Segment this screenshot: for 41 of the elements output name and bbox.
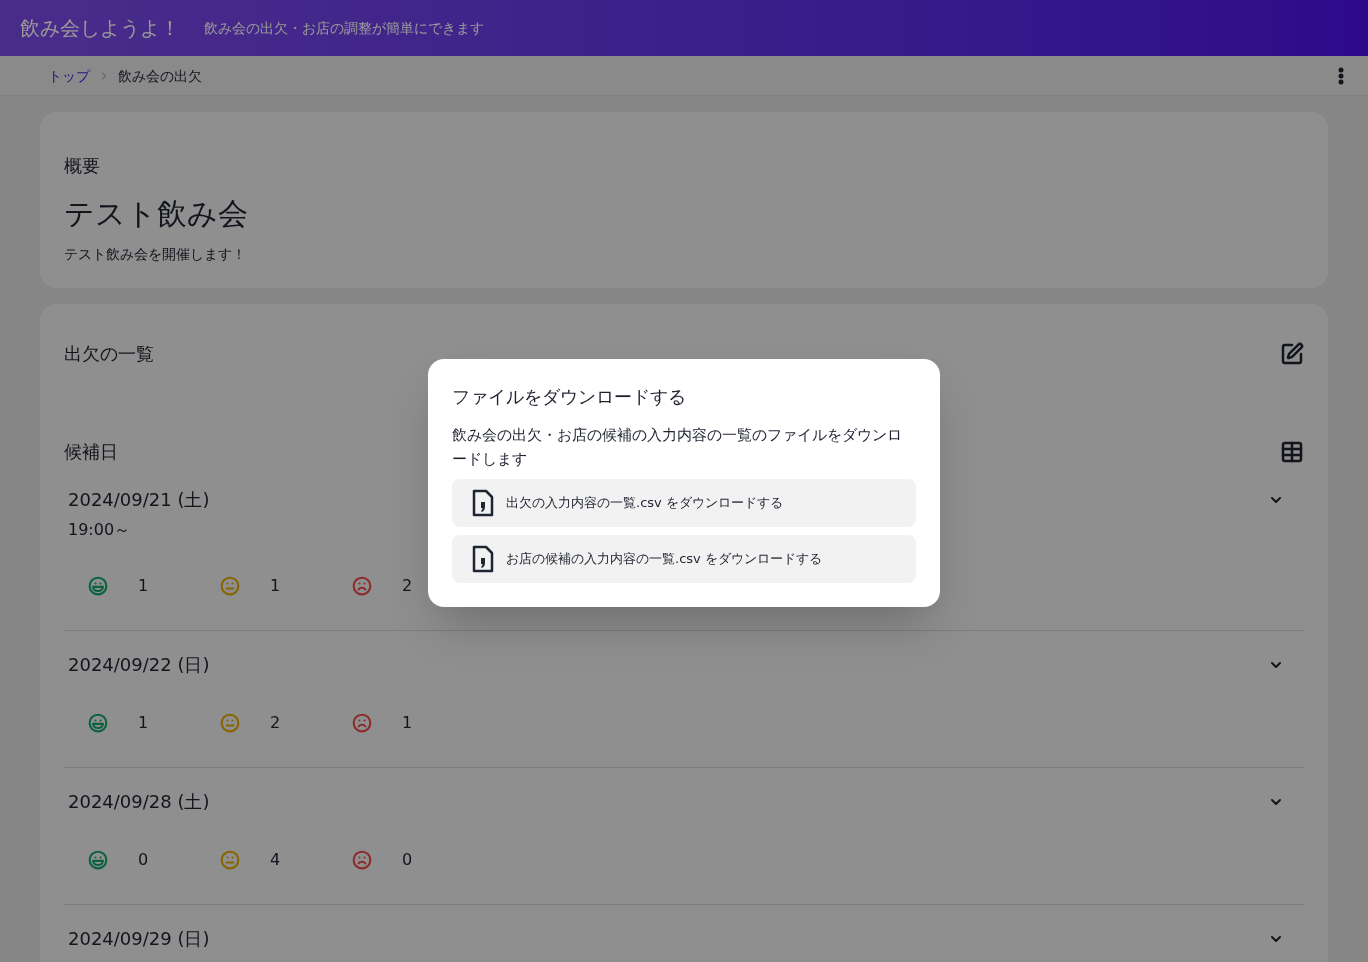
response-count: 2	[270, 712, 281, 734]
table-icon[interactable]	[1280, 440, 1304, 464]
event-description: テスト飲み会を開催します！	[64, 245, 247, 264]
section-heading: 概要	[64, 154, 101, 178]
breadcrumb-current: 飲み会の出欠	[118, 66, 202, 86]
laughing-face-icon	[88, 850, 108, 870]
response-count: 4	[270, 849, 281, 871]
response-count: 1	[270, 575, 281, 597]
download-button[interactable]: 出欠の入力内容の一覧.csv をダウンロードする	[452, 479, 916, 527]
neutral-face-icon	[220, 713, 240, 733]
sad-face-icon	[352, 850, 372, 870]
app-title[interactable]: 飲み会しようよ！	[20, 14, 180, 42]
response-count: 0	[138, 849, 149, 871]
file-icon	[472, 489, 494, 517]
file-icon	[472, 545, 494, 573]
sad-face-icon	[352, 713, 372, 733]
section-heading: 候補日	[64, 440, 118, 464]
laughing-face-icon	[88, 713, 108, 733]
sad-face-icon	[352, 576, 372, 596]
edit-icon[interactable]	[1280, 342, 1304, 366]
event-title: テスト飲み会	[64, 196, 249, 232]
more-vertical-icon	[1338, 66, 1344, 85]
breadcrumb-link[interactable]: トップ	[48, 65, 90, 86]
candidate-date: 2024/09/22 (日)	[68, 653, 210, 677]
dialog-message: 飲み会の出欠・お店の候補の入力内容の一覧のファイルをダウンロードします	[452, 425, 903, 470]
response-count: 0	[402, 849, 413, 871]
neutral-face-icon	[220, 850, 240, 870]
download-button[interactable]: お店の候補の入力内容の一覧.csv をダウンロードする	[452, 535, 916, 583]
response-count: 1	[138, 575, 149, 597]
response-count: 1	[138, 712, 149, 734]
candidate-date: 2024/09/21 (土)	[68, 488, 210, 512]
app-subtitle: 飲み会の出欠・お店の調整が簡単にできます	[204, 19, 484, 38]
neutral-face-icon	[220, 576, 240, 596]
section-heading: 出欠の一覧	[64, 342, 154, 366]
candidate-date: 2024/09/29 (日)	[68, 927, 210, 951]
response-count: 1	[402, 712, 413, 734]
laughing-face-icon	[88, 576, 108, 596]
dialog-title: ファイルをダウンロードする	[452, 385, 687, 409]
candidate-date: 2024/09/28 (土)	[68, 790, 210, 814]
response-count: 2	[402, 575, 413, 597]
candidate-time: 19:00～	[68, 519, 132, 541]
